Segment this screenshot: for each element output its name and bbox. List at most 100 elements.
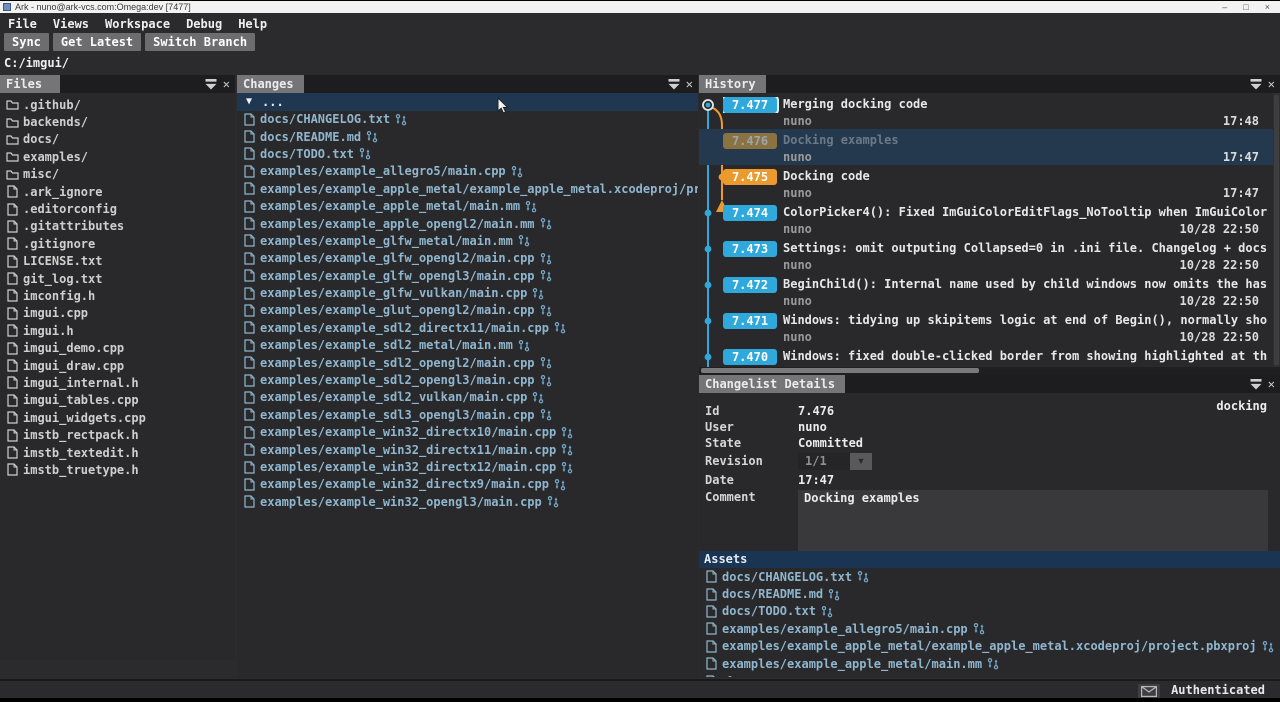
file-row[interactable]: git_log.txt [0,270,235,287]
changelist-id-badge[interactable]: 7.472 [723,277,777,293]
toolbar-button[interactable]: Switch Branch [145,33,255,51]
changes-root-row[interactable]: ▼ ... [237,93,698,111]
change-row[interactable]: examples/example_win32_directx10/main.cp… [237,424,698,441]
close-panel-icon[interactable]: ✕ [686,79,693,90]
change-row[interactable]: examples/example_win32_directx11/main.cp… [237,441,698,458]
change-row[interactable]: examples/example_win32_opengl3/main.cpp [237,493,698,510]
change-row[interactable]: examples/example_sdl3_opengl3/main.cpp [237,406,698,423]
file-row[interactable]: examples/ [0,148,235,165]
file-row[interactable]: imstb_textedit.h [0,444,235,461]
file-row[interactable]: .github/ [0,96,235,113]
asset-row[interactable]: examples/example_allegro5/main.cpp [699,620,1280,637]
file-row[interactable]: imconfig.h [0,287,235,304]
close-panel-icon[interactable]: ✕ [1268,379,1275,390]
change-row[interactable]: examples/example_sdl2_metal/main.mm [237,337,698,354]
comment-field[interactable]: Docking examples [798,490,1268,551]
file-row[interactable]: docs/ [0,131,235,148]
changelist-id-badge[interactable]: 7.476 [723,133,777,149]
close-panel-icon[interactable]: ✕ [1268,79,1275,90]
change-row[interactable]: examples/example_glfw_vulkan/main.cpp [237,284,698,301]
change-row[interactable]: examples/example_win32_directx12/main.cp… [237,458,698,475]
change-row[interactable]: examples/example_glut_opengl2/main.cpp [237,302,698,319]
file-row[interactable]: .gitignore [0,235,235,252]
asset-row[interactable]: docs/CHANGELOG.txt [699,568,1280,585]
file-row[interactable]: imgui_tables.cpp [0,392,235,409]
change-row[interactable]: examples/example_sdl2_opengl3/main.cpp [237,371,698,388]
filter-icon[interactable] [1250,79,1262,90]
commit-user: nuno [783,330,812,344]
asset-row[interactable]: examples/example_apple_metal/main.mm [699,655,1280,672]
change-row[interactable]: docs/TODO.txt [237,145,698,162]
file-row[interactable]: imstb_truetype.h [0,461,235,478]
chevron-down-icon[interactable]: ▼ [246,96,252,107]
maximize-button[interactable]: □ [1243,2,1248,12]
minimize-button[interactable]: – [1222,2,1227,12]
change-row[interactable]: examples/example_glfw_opengl3/main.cpp [237,267,698,284]
changelist-id-badge[interactable]: 7.474 [723,205,777,221]
change-row[interactable]: examples/example_glfw_metal/main.mm [237,232,698,249]
change-row[interactable]: examples/example_win32_directx9/main.cpp [237,476,698,493]
menu-item[interactable]: File [8,17,37,31]
history-row[interactable]: 7.476 Docking examples nuno 17:47 [699,129,1273,165]
toolbar-button[interactable]: Sync [4,33,49,51]
filter-icon[interactable] [205,79,217,90]
menu-item[interactable]: Help [238,17,267,31]
file-row[interactable]: imgui_demo.cpp [0,339,235,356]
menu-item[interactable]: Views [53,17,89,31]
change-row[interactable]: docs/README.md [237,128,698,145]
change-row[interactable]: examples/example_apple_metal/main.mm [237,197,698,214]
change-row[interactable]: examples/example_sdl2_vulkan/main.cpp [237,389,698,406]
change-row[interactable]: examples/example_sdl2_directx11/main.cpp [237,319,698,336]
changes-tab[interactable]: Changes [237,75,304,93]
history-tab[interactable]: History [699,75,766,93]
changelist-id-badge[interactable]: 7.477 [723,97,777,113]
branch-icon [525,200,537,213]
menu-item[interactable]: Workspace [105,17,170,31]
toolbar-button[interactable]: Get Latest [53,33,141,51]
files-tab[interactable]: Files [0,75,60,93]
changelist-id-badge[interactable]: 7.475 [723,169,777,185]
history-row[interactable]: 7.477 Merging docking code nuno 17:48 [699,93,1273,129]
file-row[interactable]: imgui_widgets.cpp [0,409,235,426]
change-row[interactable]: examples/example_sdl2_opengl2/main.cpp [237,354,698,371]
file-row[interactable]: .gitattributes [0,218,235,235]
change-row[interactable]: examples/example_glfw_opengl2/main.cpp [237,250,698,267]
asset-row[interactable]: docs/TODO.txt [699,603,1280,620]
change-row[interactable]: examples/example_apple_metal/example_app… [237,180,698,197]
file-icon [6,289,19,302]
history-row[interactable]: 7.475 Docking code nuno 17:47 [699,165,1273,201]
filter-icon[interactable] [668,79,680,90]
change-row[interactable]: examples/example_apple_opengl2/main.mm [237,215,698,232]
history-row[interactable]: 7.470 Windows: fixed double-clicked bord… [699,345,1273,367]
file-row[interactable]: .ark_ignore [0,183,235,200]
history-row[interactable]: 7.474 ColorPicker4(): Fixed ImGuiColorEd… [699,201,1273,237]
history-row[interactable]: 7.473 Settings: omit outputing Collapsed… [699,237,1273,273]
history-vscrollbar[interactable] [1273,93,1280,367]
revision-dropdown-button[interactable]: ▼ [850,453,872,470]
file-row[interactable]: misc/ [0,166,235,183]
file-row[interactable]: imstb_rectpack.h [0,426,235,443]
menu-item[interactable]: Debug [186,17,222,31]
change-row[interactable]: docs/CHANGELOG.txt [237,111,698,128]
changelist-id-badge[interactable]: 7.473 [723,241,777,257]
history-row[interactable]: 7.471 Windows: tidying up skipitems logi… [699,309,1273,345]
history-hscrollbar[interactable] [699,367,1280,375]
details-tab[interactable]: Changelist Details [699,375,845,393]
asset-row[interactable]: examples/example_apple_metal/example_app… [699,638,1280,655]
close-panel-icon[interactable]: ✕ [223,79,230,90]
file-row[interactable]: imgui_internal.h [0,374,235,391]
history-row[interactable]: 7.472 BeginChild(): Internal name used b… [699,273,1273,309]
file-row[interactable]: imgui.cpp [0,305,235,322]
changelist-id-badge[interactable]: 7.470 [723,349,777,365]
close-button[interactable]: × [1265,2,1270,12]
filter-icon[interactable] [1250,379,1262,390]
file-row[interactable]: .editorconfig [0,200,235,217]
file-row[interactable]: imgui.h [0,322,235,339]
asset-row[interactable]: docs/README.md [699,585,1280,602]
change-row[interactable]: examples/example_allegro5/main.cpp [237,163,698,180]
file-row[interactable]: backends/ [0,113,235,130]
asset-row[interactable] [699,672,1280,677]
changelist-id-badge[interactable]: 7.471 [723,313,777,329]
file-row[interactable]: imgui_draw.cpp [0,357,235,374]
file-row[interactable]: LICENSE.txt [0,253,235,270]
